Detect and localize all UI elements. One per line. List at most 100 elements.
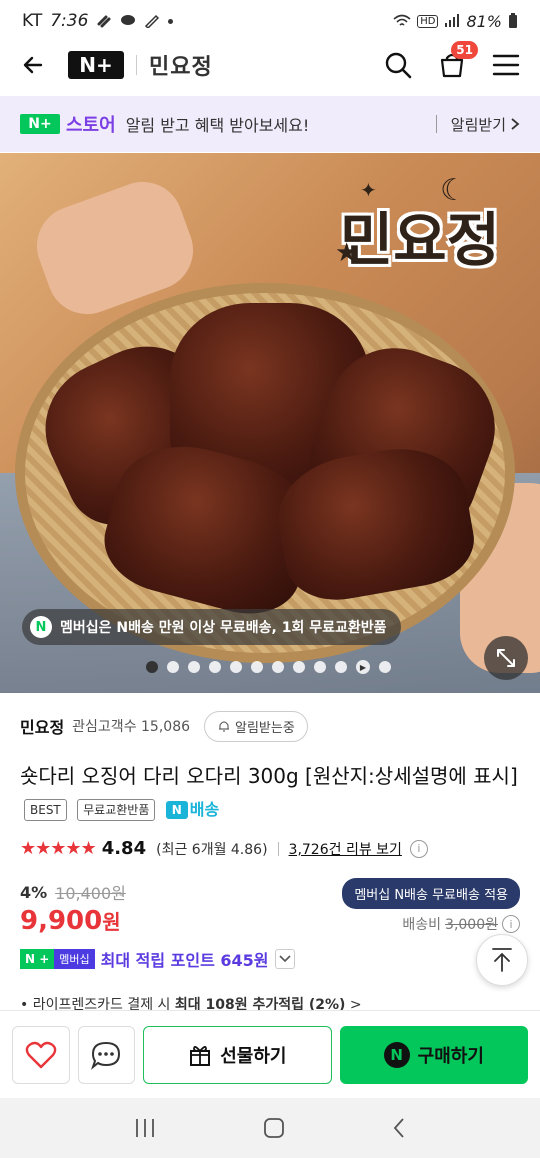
cart-count-badge: 51 xyxy=(451,41,478,59)
hero-brand-logo: 민요정 xyxy=(339,206,500,274)
bell-icon xyxy=(219,721,230,732)
discount-rate: 4% xyxy=(20,882,48,902)
subscribe-alert-label: 알림받기 xyxy=(450,115,506,134)
promo-divider xyxy=(435,115,437,133)
back-button[interactable] xyxy=(18,50,48,80)
store-brand[interactable]: 민요정 xyxy=(149,49,213,81)
info-icon[interactable]: i xyxy=(502,915,520,933)
chevron-down-icon xyxy=(278,955,291,963)
store-alert-banner[interactable]: N+ 스토어 알림 받고 혜택 받아보세요! 알림받기 xyxy=(0,96,540,152)
membership-info-pill: N 멤버십은 N배송 만원 이상 무료배송, 1회 무료교환반품 xyxy=(22,609,401,645)
battery-icon xyxy=(509,13,517,28)
notify-subscribed-label: 알림받는중 xyxy=(235,720,295,736)
app-header: N+ 민요정 51 xyxy=(0,41,540,88)
expand-image-button[interactable] xyxy=(484,636,528,680)
rating-divider xyxy=(277,841,279,856)
product-title: 숏다리 오징어 다리 오다리 300g [원산지:상세설명에 표시] xyxy=(20,764,518,788)
recent-rating: (최근 6개월 4.86) xyxy=(156,841,268,858)
carousel-dot[interactable] xyxy=(188,661,200,673)
carousel-dot[interactable] xyxy=(209,661,221,673)
header-divider xyxy=(136,55,137,75)
link-icon xyxy=(97,15,111,28)
nplus-logo[interactable]: N+ xyxy=(68,51,124,79)
buy-button[interactable]: N 구매하기 xyxy=(339,1025,529,1084)
pen-icon xyxy=(145,14,160,28)
shipping-fee-amount: 3,000원 xyxy=(445,917,498,933)
discount-row: 4% 10,400원 xyxy=(20,880,126,904)
rating-stars: ★★★★★ xyxy=(20,838,97,859)
info-icon[interactable]: i xyxy=(409,839,428,858)
home-icon[interactable] xyxy=(262,1116,286,1140)
battery-percent: 81% xyxy=(466,11,502,31)
notify-subscribed-button[interactable]: 알림받는중 xyxy=(204,710,308,742)
expand-icon xyxy=(497,649,515,667)
buy-button-label: 구매하기 xyxy=(417,1045,484,1067)
sale-price: 9,900원 xyxy=(20,906,121,936)
product-title-block: 숏다리 오징어 다리 오다리 300g [원산지:상세설명에 표시] BEST … xyxy=(20,760,520,826)
back-arrow-icon xyxy=(23,56,43,74)
carousel-dot[interactable] xyxy=(230,661,242,673)
carousel-dot[interactable] xyxy=(379,661,391,673)
n-delivery-icon: N xyxy=(165,800,188,819)
free-return-tag: 무료교환반품 xyxy=(77,798,156,821)
carousel-dot[interactable] xyxy=(272,661,284,673)
membership-shipping-pill: 멤버십 N배송 무료배송 적용 xyxy=(342,878,520,909)
star-icon: ★ xyxy=(335,238,359,268)
scroll-top-button[interactable] xyxy=(476,934,528,986)
original-price: 10,400원 xyxy=(55,884,126,903)
nplus-badge-left: N + xyxy=(20,949,55,969)
sale-price-number: 9,900 xyxy=(20,906,103,936)
search-icon xyxy=(385,52,412,79)
gift-button-label: 선물하기 xyxy=(220,1045,287,1067)
shipping-label: 배송비 xyxy=(402,917,442,933)
search-button[interactable] xyxy=(382,49,414,81)
store-info-row: 민요정 관심고객수 15,086 알림받는중 xyxy=(20,708,520,744)
chevron-right-icon xyxy=(511,118,520,130)
clock: 7:36 xyxy=(50,11,89,31)
gift-icon xyxy=(190,1045,211,1066)
cart-button[interactable]: 51 xyxy=(436,41,478,81)
heart-icon xyxy=(25,1041,57,1068)
menu-button[interactable] xyxy=(490,49,522,81)
nplus-small-logo: N+ xyxy=(20,114,60,134)
purchase-action-bar: 선물하기 N 구매하기 xyxy=(0,1010,540,1098)
gift-button[interactable]: 선물하기 xyxy=(143,1025,332,1084)
carousel-dot[interactable] xyxy=(293,661,305,673)
carousel-dot[interactable] xyxy=(167,661,179,673)
nplus-membership-badge: N + 멤버십 xyxy=(20,949,95,969)
n-delivery-icon: N xyxy=(30,616,52,638)
carrier-label: KT xyxy=(22,11,43,31)
subscribe-alert-button[interactable]: 알림받기 xyxy=(451,114,520,135)
wishlist-button[interactable] xyxy=(12,1025,70,1084)
n-delivery-badge: N 배송 xyxy=(165,794,220,826)
star-icon: ✦ xyxy=(360,178,377,202)
chat-button[interactable] xyxy=(77,1025,136,1084)
points-expand-button[interactable] xyxy=(274,949,295,969)
carousel-dot[interactable] xyxy=(146,661,158,673)
promo-message: 알림 받고 혜택 받아보세요! xyxy=(125,116,310,135)
wifi-icon xyxy=(393,14,411,26)
points-row[interactable]: N + 멤버십 최대 적립 포인트 645원 xyxy=(20,947,295,971)
store-label: 스토어 xyxy=(66,115,116,136)
naver-pay-icon: N xyxy=(383,1041,410,1068)
status-bar: KT 7:36 HD 81% xyxy=(0,0,540,42)
signal-icon xyxy=(445,14,460,27)
back-icon[interactable] xyxy=(391,1116,407,1140)
system-nav-bar xyxy=(0,1098,540,1158)
recent-apps-icon[interactable] xyxy=(133,1117,157,1139)
carousel-dot[interactable] xyxy=(251,661,263,673)
store-name-link[interactable]: 민요정 xyxy=(20,714,64,738)
rating-score: 4.84 xyxy=(101,838,147,859)
rating-row: ★★★★★ 4.84 (최근 6개월 4.86) 3,726건 리뷰 보기 i xyxy=(20,838,428,859)
product-image-carousel[interactable]: 민요정 ★ ✦ ☾ N 멤버십은 N배송 만원 이상 무료배송, 1회 무료교환… xyxy=(0,153,540,693)
menu-icon xyxy=(492,54,520,76)
carousel-dot[interactable] xyxy=(314,661,326,673)
sale-price-unit: 원 xyxy=(102,910,121,934)
carousel-video-dot[interactable]: ▶ xyxy=(356,660,370,674)
best-tag: BEST xyxy=(24,798,67,821)
notification-dot xyxy=(168,18,174,24)
n-delivery-label: 배송 xyxy=(189,799,220,819)
carousel-dot[interactable] xyxy=(335,661,347,673)
reviews-link[interactable]: 3,726건 리뷰 보기 xyxy=(289,839,402,859)
hd-icon: HD xyxy=(417,14,439,28)
